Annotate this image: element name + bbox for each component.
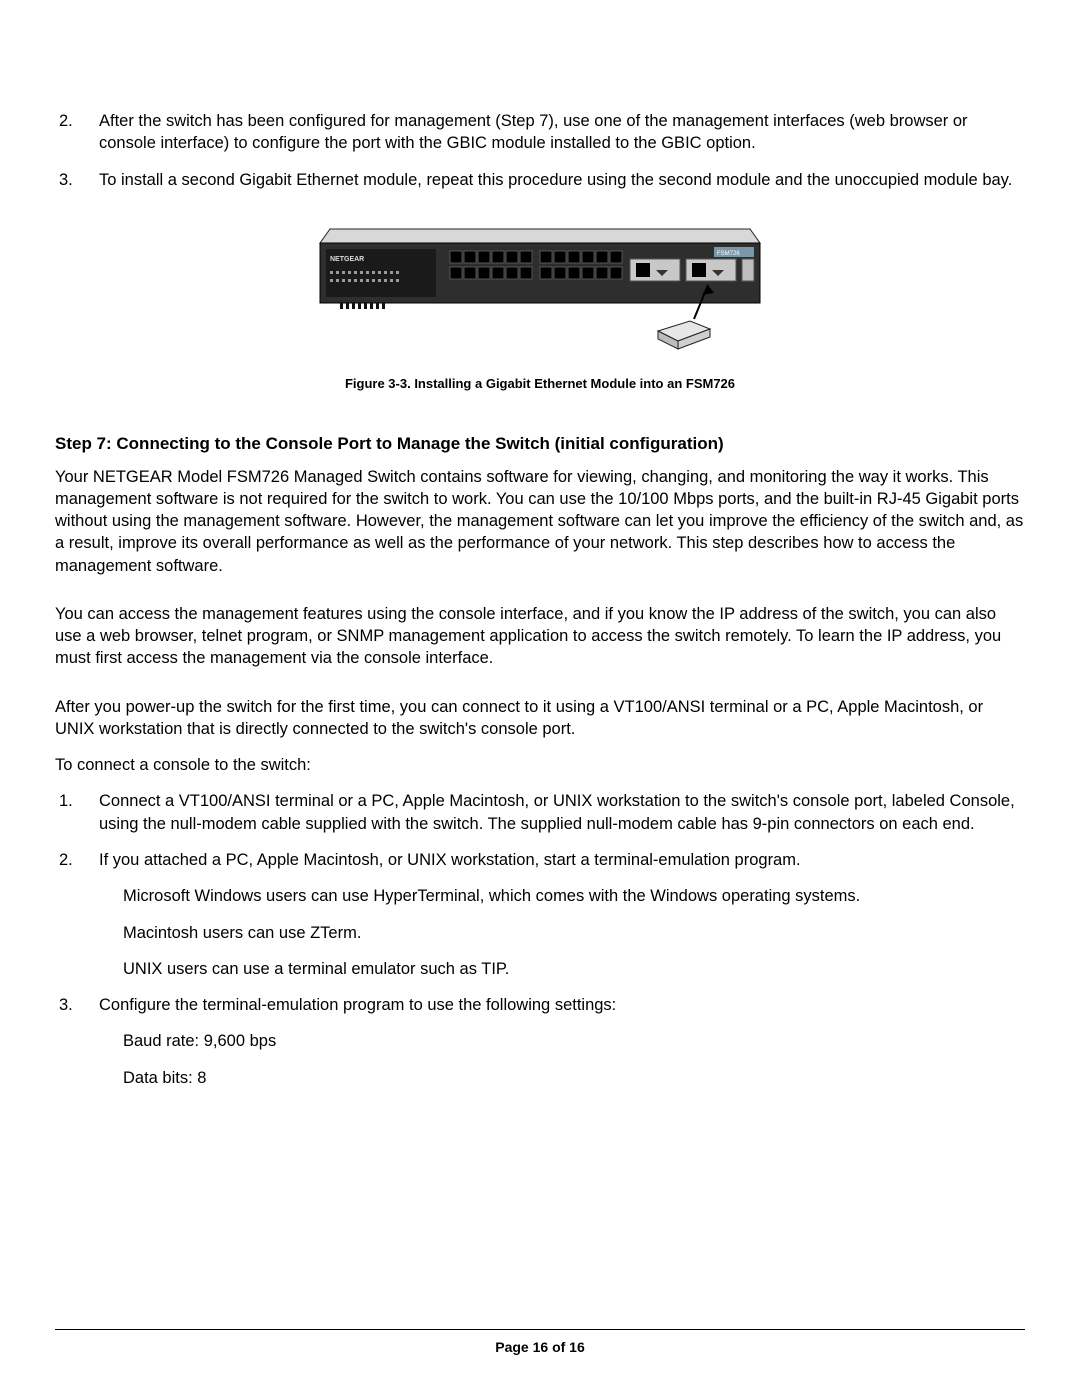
list-number: 2. — [55, 110, 99, 155]
sublist-item: UNIX users can use a terminal emulator s… — [123, 958, 1025, 980]
list-number: 1. — [55, 790, 99, 835]
page: 2. After the switch has been configured … — [0, 0, 1080, 1397]
model-label: FSM726 — [717, 251, 740, 257]
list-text: If you attached a PC, Apple Macintosh, o… — [99, 849, 1025, 871]
list-text: To install a second Gigabit Ethernet mod… — [99, 169, 1025, 191]
list-item: 3. Configure the terminal-emulation prog… — [55, 994, 1025, 1016]
list-text: Connect a VT100/ANSI terminal or a PC, A… — [99, 790, 1025, 835]
list-number: 3. — [55, 994, 99, 1016]
list-item: 2. After the switch has been configured … — [55, 110, 1025, 155]
paragraph: You can access the management features u… — [55, 603, 1025, 670]
ordered-list-continued: 3. Configure the terminal-emulation prog… — [55, 994, 1025, 1016]
sublist: Microsoft Windows users can use HyperTer… — [123, 885, 1025, 980]
sublist-item: Data bits: 8 — [123, 1067, 1025, 1089]
top-ordered-list: 2. After the switch has been configured … — [55, 110, 1025, 191]
list-number: 2. — [55, 849, 99, 871]
sublist-item: Baud rate: 9,600 bps — [123, 1030, 1025, 1052]
figure-caption: Figure 3-3. Installing a Gigabit Etherne… — [55, 375, 1025, 393]
paragraph: After you power-up the switch for the fi… — [55, 696, 1025, 741]
figure: NETGEAR — [55, 221, 1025, 367]
paragraph: Your NETGEAR Model FSM726 Managed Switch… — [55, 466, 1025, 577]
list-item: 2. If you attached a PC, Apple Macintosh… — [55, 849, 1025, 871]
list-text: Configure the terminal-emulation program… — [99, 994, 1025, 1016]
page-number: Page 16 of 16 — [495, 1339, 585, 1355]
list-item: 1. Connect a VT100/ANSI terminal or a PC… — [55, 790, 1025, 835]
switch-illustration: NETGEAR — [310, 221, 770, 361]
list-text: After the switch has been configured for… — [99, 110, 1025, 155]
sublist-item: Macintosh users can use ZTerm. — [123, 922, 1025, 944]
page-footer: Page 16 of 16 — [55, 1329, 1025, 1357]
section-heading: Step 7: Connecting to the Console Port t… — [55, 433, 1025, 456]
sublist: Baud rate: 9,600 bps Data bits: 8 — [123, 1030, 1025, 1089]
brand-label: NETGEAR — [330, 256, 364, 263]
list-item: 3. To install a second Gigabit Ethernet … — [55, 169, 1025, 191]
paragraph: To connect a console to the switch: — [55, 754, 1025, 776]
bottom-ordered-list: 1. Connect a VT100/ANSI terminal or a PC… — [55, 790, 1025, 871]
list-number: 3. — [55, 169, 99, 191]
sublist-item: Microsoft Windows users can use HyperTer… — [123, 885, 1025, 907]
